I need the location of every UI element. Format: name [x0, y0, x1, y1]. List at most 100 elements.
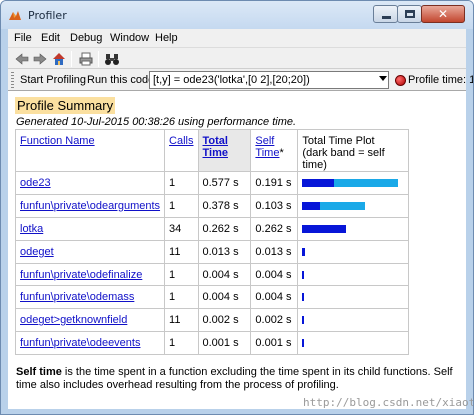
- function-link[interactable]: odeget: [20, 246, 54, 258]
- function-name-cell: odeget: [14, 239, 166, 264]
- function-link[interactable]: lotka: [20, 223, 43, 235]
- table-row: ode23 1 0.577 s 0.191 s: [14, 171, 409, 195]
- footnote-marker: *: [279, 147, 284, 159]
- function-link[interactable]: funfun\private\odearguments: [20, 200, 160, 212]
- close-icon: ✕: [437, 7, 449, 21]
- toolbar: [8, 47, 466, 69]
- column-header-function-name[interactable]: Function Name: [14, 129, 166, 172]
- time-plot: [302, 201, 398, 210]
- print-icon[interactable]: [78, 51, 94, 67]
- time-plot: [302, 316, 398, 325]
- column-header-calls[interactable]: Calls: [164, 129, 199, 172]
- self-time-cell: 0.001 s: [250, 331, 299, 356]
- plot-header-line2: (dark band = self time): [302, 147, 385, 171]
- menu-bar: File Edit Debug Window Help: [8, 29, 466, 47]
- time-plot-cell: [297, 331, 409, 356]
- total-time-cell: 0.262 s: [197, 216, 252, 241]
- toolbar-grip-handle[interactable]: [11, 72, 14, 88]
- menu-window[interactable]: Window: [110, 32, 149, 44]
- footnote-text: is the time spent in a function excludin…: [16, 366, 453, 391]
- toolbar-separator: [71, 51, 72, 67]
- table-row: odeget 11 0.013 s 0.013 s: [14, 239, 409, 264]
- title-bar[interactable]: Profiler ✕: [1, 1, 473, 29]
- home-icon[interactable]: [51, 51, 67, 67]
- table-row: funfun\private\odemass 1 0.004 s 0.004 s: [14, 285, 409, 310]
- page-title: Profile Summary: [15, 97, 116, 114]
- sort-by-function-name-link[interactable]: Function Name: [20, 135, 95, 147]
- self-time-band: [302, 339, 305, 348]
- dropdown-arrow-icon[interactable]: [379, 76, 387, 81]
- time-plot: [302, 247, 398, 256]
- self-time-band: [302, 201, 320, 210]
- column-header-self-time[interactable]: Self Time*: [250, 129, 299, 172]
- function-name-cell: odeget>getknownfield: [14, 308, 166, 333]
- function-name-cell: funfun\private\odearguments: [14, 193, 166, 218]
- footnote-term: Self time: [16, 366, 62, 378]
- forward-arrow-icon[interactable]: [32, 51, 48, 67]
- profiler-window: Profiler ✕ File Edit Debug Window Help S…: [0, 0, 474, 415]
- run-toolbar: Start Profiling Run this code: [t,y] = o…: [8, 69, 473, 91]
- calls-cell: 11: [164, 239, 199, 264]
- time-plot: [302, 224, 398, 233]
- close-button[interactable]: ✕: [421, 5, 465, 23]
- table-row: odeget>getknownfield 11 0.002 s 0.002 s: [14, 308, 409, 333]
- time-plot: [302, 339, 398, 348]
- menu-file[interactable]: File: [14, 32, 32, 44]
- maximize-icon: [405, 10, 415, 18]
- calls-cell: 34: [164, 216, 199, 241]
- start-profiling-button[interactable]: Start Profiling: [17, 71, 89, 89]
- total-time-cell: 0.001 s: [197, 331, 252, 356]
- self-time-cell: 0.191 s: [250, 171, 299, 195]
- self-time-cell: 0.002 s: [250, 308, 299, 333]
- column-header-total-time-plot: Total Time Plot (dark band = self time): [297, 129, 409, 172]
- calls-cell: 1: [164, 262, 199, 287]
- function-name-cell: lotka: [14, 216, 166, 241]
- menu-debug[interactable]: Debug: [70, 32, 102, 44]
- plot-header-line1: Total Time Plot: [302, 135, 375, 147]
- function-link[interactable]: ode23: [20, 177, 51, 189]
- calls-cell: 1: [164, 285, 199, 310]
- self-time-band: [302, 270, 305, 279]
- sort-by-total-time-link[interactable]: Total Time: [203, 135, 228, 159]
- minimize-button[interactable]: [373, 5, 398, 23]
- function-name-cell: funfun\private\odefinalize: [14, 262, 166, 287]
- back-arrow-icon[interactable]: [14, 51, 30, 67]
- sort-by-calls-link[interactable]: Calls: [169, 135, 193, 147]
- column-header-total-time[interactable]: Total Time: [197, 129, 252, 172]
- function-link[interactable]: funfun\private\odeevents: [20, 337, 140, 349]
- find-binoculars-icon[interactable]: [104, 51, 120, 67]
- total-time-cell: 0.013 s: [197, 239, 252, 264]
- run-code-input[interactable]: [t,y] = ode23('lotka',[0 2],[20;20]): [149, 71, 389, 89]
- self-time-band: [302, 224, 346, 233]
- table-row: lotka 34 0.262 s 0.262 s: [14, 216, 409, 241]
- sort-by-self-time-link[interactable]: Self Time: [255, 135, 279, 159]
- time-plot-cell: [297, 308, 409, 333]
- self-time-cell: 0.004 s: [250, 262, 299, 287]
- total-time-cell: 0.002 s: [197, 308, 252, 333]
- profile-summary-table: Function Name Calls Total Time Self Time…: [14, 129, 409, 356]
- function-name-cell: funfun\private\odeevents: [14, 331, 166, 356]
- menu-edit[interactable]: Edit: [41, 32, 60, 44]
- calls-cell: 1: [164, 331, 199, 356]
- table-header-row: Function Name Calls Total Time Self Time…: [14, 129, 409, 172]
- table-row: funfun\private\odearguments 1 0.378 s 0.103…: [14, 193, 409, 218]
- table-row: funfun\private\odeevents 1 0.001 s 0.001 s: [14, 331, 409, 356]
- time-plot: [302, 270, 398, 279]
- maximize-button[interactable]: [397, 5, 422, 23]
- self-time-band: [302, 293, 305, 302]
- function-link[interactable]: funfun\private\odemass: [20, 291, 134, 303]
- function-link[interactable]: odeget>getknownfield: [20, 314, 127, 326]
- menu-help[interactable]: Help: [155, 32, 178, 44]
- profile-report-panel: Profile Summary Generated 10-Jul-2015 00…: [8, 91, 466, 409]
- time-plot: [302, 178, 399, 187]
- total-time-cell: 0.004 s: [197, 262, 252, 287]
- function-link[interactable]: funfun\private\odefinalize: [20, 269, 142, 281]
- time-plot-cell: [297, 216, 409, 241]
- profile-time-label: Profile time: 1 s: [408, 74, 473, 86]
- calls-cell: 1: [164, 171, 199, 195]
- time-plot-cell: [297, 239, 409, 264]
- function-name-cell: funfun\private\odemass: [14, 285, 166, 310]
- total-time-cell: 0.004 s: [197, 285, 252, 310]
- self-time-band: [302, 316, 305, 325]
- table-row: funfun\private\odefinalize 1 0.004 s 0.004 …: [14, 262, 409, 287]
